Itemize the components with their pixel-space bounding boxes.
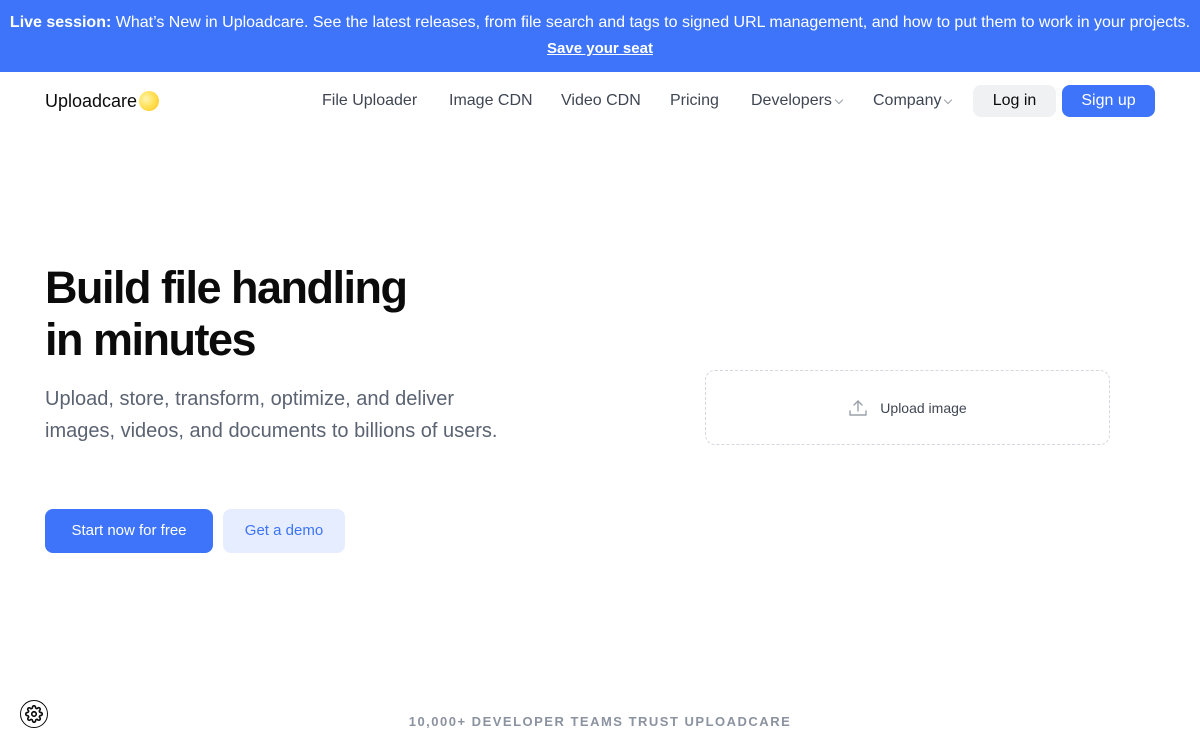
hero-subtitle: Upload, store, transform, optimize, and …	[45, 388, 498, 442]
save-seat-link[interactable]: Save your seat	[0, 39, 1200, 59]
gear-icon	[25, 705, 43, 723]
settings-button[interactable]	[20, 700, 48, 728]
nav-company[interactable]: Company	[873, 90, 953, 112]
chevron-down-icon	[944, 95, 953, 104]
hero-title-line2: in minutes	[45, 314, 257, 365]
start-free-button[interactable]: Start now for free	[45, 509, 213, 553]
announcement-banner: Live session: What’s New in Uploadcare. …	[0, 0, 1200, 72]
nav-video-cdn[interactable]: Video CDN	[561, 90, 641, 112]
nav-label: Company	[873, 92, 942, 109]
nav-label: File Uploader	[322, 92, 418, 109]
upload-label: Upload image	[880, 399, 967, 416]
nav-pricing[interactable]: Pricing	[670, 90, 719, 112]
nav-label: Pricing	[670, 92, 719, 109]
chevron-down-icon	[834, 95, 844, 104]
upload-dropzone[interactable]: Upload image	[705, 370, 1110, 445]
hero-title-line1: Build file handling	[45, 262, 408, 313]
trust-statement: 10,000+ DEVELOPER TEAMS TRUST UPLOADCARE	[408, 714, 792, 729]
logo[interactable]: Uploadcare	[45, 89, 160, 113]
nav-label: Image CDN	[449, 92, 533, 109]
logo-text: Uploadcare	[45, 90, 138, 111]
hero-title: Build file handling in minutes	[45, 262, 408, 366]
banner-message: What’s New in Uploadcare. See the latest…	[111, 14, 1191, 31]
upload-icon	[849, 399, 867, 416]
login-button[interactable]: Log in	[973, 85, 1056, 117]
banner-bold-label: Live session:	[9, 14, 112, 31]
nav-label: Developers	[751, 92, 832, 109]
nav-developers[interactable]: Developers	[751, 90, 844, 112]
get-demo-button[interactable]: Get a demo	[223, 509, 345, 553]
logo-mark-icon	[139, 91, 160, 111]
banner-text: Live session: What’s New in Uploadcare. …	[0, 13, 1200, 33]
signup-button[interactable]: Sign up	[1062, 85, 1155, 117]
nav-file-uploader[interactable]: File Uploader	[322, 90, 417, 112]
nav-label: Video CDN	[561, 92, 641, 109]
nav-image-cdn[interactable]: Image CDN	[449, 90, 533, 112]
